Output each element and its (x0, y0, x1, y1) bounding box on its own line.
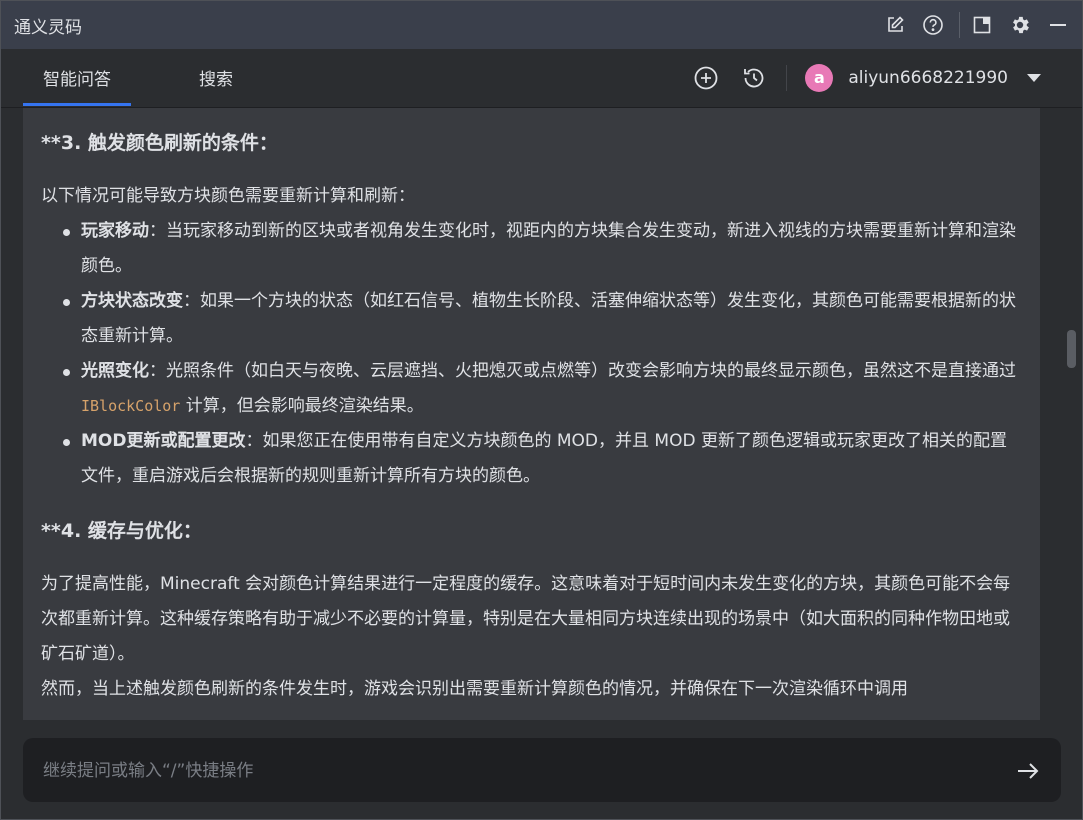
tab-label: 智能问答 (43, 70, 111, 90)
chat-input[interactable] (41, 738, 985, 804)
bullet-dot (63, 229, 70, 236)
tab-bar: 智能问答 搜索 a aliyun6668221990 (1, 49, 1082, 108)
send-arrow-icon[interactable] (1015, 758, 1041, 784)
window-title: 通义灵码 (14, 17, 82, 38)
section-3-heading: **3. 触发颜色刷新的条件： (41, 132, 278, 154)
bullet-term: 光照变化 (81, 361, 149, 381)
tab-label: 搜索 (199, 70, 233, 90)
bullet-term: 玩家移动 (81, 221, 149, 241)
edit-icon[interactable] (883, 13, 907, 37)
section-4-heading: **4. 缓存与优化： (41, 520, 202, 542)
new-chat-icon[interactable] (692, 64, 720, 92)
list-item: MOD更新或配置更改：如果您正在使用带有自定义方块颜色的 MOD，并且 MOD … (41, 424, 1021, 494)
answer-content: **3. 触发颜色刷新的条件： 以下情况可能导致方块颜色需要重新计算和刷新： 玩… (41, 108, 1021, 707)
scrollbar[interactable] (1062, 108, 1082, 720)
help-icon[interactable] (921, 13, 945, 37)
layout-icon[interactable] (970, 13, 994, 37)
scrollbar-thumb[interactable] (1067, 330, 1076, 368)
list-item: 方块状态改变：如果一个方块的状态（如红石信号、植物生长阶段、活塞伸缩状态等）发生… (41, 284, 1021, 354)
chat-input-box (23, 738, 1061, 804)
history-icon[interactable] (740, 64, 768, 92)
inline-code: IBlockColor (81, 397, 181, 415)
bullet-term: 方块状态改变 (81, 291, 183, 311)
section-3-intro: 以下情况可能导致方块颜色需要重新计算和刷新： (41, 186, 415, 206)
plugin-window: 通义灵码 智能问答 搜索 a aliyun6668221990 **3. 触发颜… (0, 0, 1083, 820)
toolbar-divider (786, 64, 788, 91)
title-bar-divider (959, 12, 960, 38)
avatar[interactable]: a (805, 63, 834, 92)
username[interactable]: aliyun6668221990 (848, 68, 1008, 88)
section-4-paragraph: 然而，当上述触发颜色刷新的条件发生时，游戏会识别出需要重新计算颜色的情况，并确保… (41, 679, 908, 699)
tab-smart-qa[interactable]: 智能问答 (23, 49, 131, 106)
bullet-dot (63, 439, 70, 446)
bullet-list: 玩家移动：当玩家移动到新的区块或者视角发生变化时，视距内的方块集合发生变动，新进… (41, 214, 1021, 494)
list-item: 玩家移动：当玩家移动到新的区块或者视角发生变化时，视距内的方块集合发生变动，新进… (41, 214, 1021, 284)
minimize-icon[interactable] (1046, 13, 1070, 37)
bullet-dot (63, 369, 70, 376)
list-item: 光照变化：光照条件（如白天与夜晚、云层遮挡、火把熄灭或点燃等）改变会影响方块的最… (41, 354, 1021, 424)
bullet-term: MOD更新或配置更改 (81, 431, 246, 451)
bullet-text: ：光照条件（如白天与夜晚、云层遮挡、火把熄灭或点燃等）改变会影响方块的最终显示颜… (149, 361, 1016, 381)
bullet-text: ：当玩家移动到新的区块或者视角发生变化时，视距内的方块集合发生变动，新进入视线的… (81, 221, 1016, 276)
bullet-dot (63, 299, 70, 306)
tab-search[interactable]: 搜索 (186, 49, 246, 106)
gear-icon[interactable] (1008, 13, 1032, 37)
section-4-paragraph: 为了提高性能，Minecraft 会对颜色计算结果进行一定程度的缓存。这意味着对… (41, 574, 1011, 664)
title-bar-actions (883, 1, 1082, 49)
bullet-text: ：如果一个方块的状态（如红石信号、植物生长阶段、活塞伸缩状态等）发生变化，其颜色… (81, 291, 1016, 346)
chevron-down-icon[interactable] (1026, 73, 1042, 83)
answer-panel: **3. 触发颜色刷新的条件： 以下情况可能导致方块颜色需要重新计算和刷新： 玩… (23, 108, 1040, 720)
bullet-text: 计算，但会影响最终渲染结果。 (180, 396, 424, 416)
title-bar: 通义灵码 (1, 1, 1082, 49)
tab-tools: a aliyun6668221990 (692, 49, 1082, 106)
